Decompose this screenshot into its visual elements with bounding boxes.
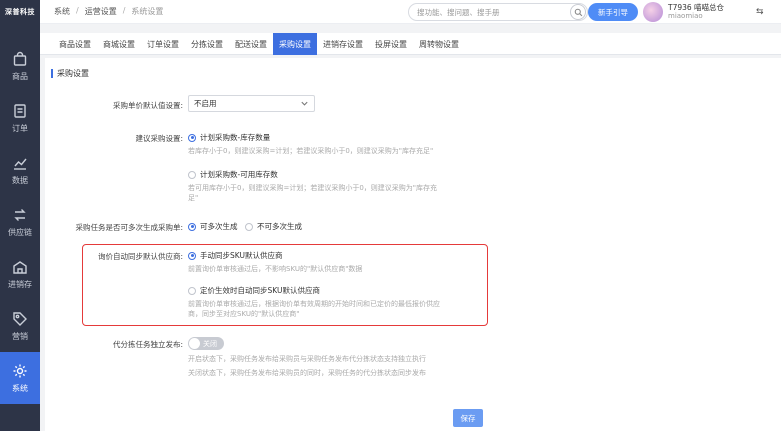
tab-product-settings[interactable]: 商品设置 [53, 33, 97, 55]
independent-publish-label: 代分拣任务独立发布: [112, 340, 183, 349]
sidebar-item-marketing[interactable]: 营销 [0, 300, 40, 352]
sidebar-item-label: 供应链 [8, 227, 32, 237]
tab-order-settings[interactable]: 订单设置 [141, 33, 185, 55]
toggle-label: 关闭 [203, 339, 217, 348]
default-price-select[interactable]: 不启用 [188, 95, 315, 112]
breadcrumb-item[interactable]: 运营设置 [85, 6, 117, 17]
breadcrumb-separator: / [76, 6, 79, 15]
sidebar-item-system[interactable]: 系统 [0, 352, 40, 404]
suggest-qty-label: 建议采购设置: [135, 134, 183, 143]
auto-sync-hint: 前置询价单审核通过后，不影响SKU的"默认供应商"数据 [188, 265, 363, 273]
suggest-qty-hint: 若可用库存小于0，则建议采购=计划；若建议采购小于0，则建议采购为"库存充 [188, 184, 437, 192]
sidebar-item-supply-chain[interactable]: 供应链 [0, 196, 40, 248]
sidebar-item-label: 系统 [12, 383, 28, 393]
search-placeholder: 搜功能、搜问题、搜手册 [417, 7, 500, 17]
tab-purchase-settings[interactable]: 采购设置 [273, 33, 317, 55]
breadcrumb-item[interactable]: 系统 [54, 6, 70, 17]
independent-publish-hint: 开启状态下，采购任务发布给采购员与采购任务发布代分拣状态支持独立执行 [188, 355, 426, 363]
settings-tabs: 商品设置 商城设置 订单设置 分拣设置 配送设置 采购设置 进销存设置 投屏设置… [40, 33, 781, 55]
section-accent-bar [51, 69, 53, 78]
toggle-knob [189, 338, 200, 349]
multi-gen-label: 采购任务是否可多次生成采购单: [75, 223, 183, 232]
user-name: T7936 喵喵总仓 [668, 3, 725, 12]
default-price-label: 采购单价默认值设置: [112, 101, 183, 110]
auto-sync-label: 询价自动同步默认供应商: [97, 252, 183, 261]
auto-sync-hint: 前置询价单审核通过后，根据询价单有效周期的开始时间和已定价的最低报价供应 [188, 300, 440, 308]
radio-unselected[interactable] [245, 222, 253, 231]
breadcrumb-separator: / [122, 6, 126, 15]
suggest-qty-option-stock[interactable]: 计划采购数-库存数量 [188, 132, 270, 143]
brand-logo: 深普科技 [5, 8, 35, 16]
tab-turnover-settings[interactable]: 周转物设置 [413, 33, 465, 55]
bag-icon [13, 51, 27, 66]
auto-sync-option-auto[interactable]: 定价生效时自动同步SKU默认供应商 [188, 285, 320, 296]
swap-arrows-icon [14, 208, 26, 221]
sidebar-item-label: 数据 [12, 175, 28, 185]
multi-gen-option-allow[interactable]: 可多次生成 [188, 221, 238, 232]
radio-label: 手动同步SKU默认供应商 [200, 251, 283, 260]
warehouse-icon [13, 260, 27, 274]
gear-icon [13, 364, 27, 377]
radio-label: 不可多次生成 [257, 222, 302, 231]
auto-sync-option-manual[interactable]: 手动同步SKU默认供应商 [188, 250, 282, 261]
radio-label: 可多次生成 [200, 222, 238, 231]
settings-panel: 采购设置 采购单价默认值设置: 不启用 建议采购设置: 计划采购数-库存数量 若… [45, 58, 781, 431]
top-bar: 系统 / 运营设置 / 系统设置 搜功能、搜问题、搜手册 新手引导 T7936 … [40, 0, 781, 24]
sidebar-item-label: 进销存 [8, 279, 32, 289]
save-button[interactable]: 保存 [453, 409, 483, 427]
section-title-text: 采购设置 [57, 69, 89, 78]
radio-unselected[interactable] [188, 170, 196, 179]
tab-inventory-settings[interactable]: 进销存设置 [317, 33, 369, 55]
radio-selected[interactable] [188, 251, 196, 260]
user-account: miaomiao [668, 12, 703, 20]
sidebar-item-products[interactable]: 商品 [0, 40, 40, 92]
radio-selected[interactable] [188, 222, 196, 231]
default-price-value: 不启用 [194, 99, 217, 108]
independent-publish-hint: 关闭状态下，采购任务发布给采购员的同时，采购任务的代分拣状态同步发布 [188, 369, 426, 377]
sidebar: 深普科技 商品 订单 数据 供应链 进销存 营销 系统 [0, 0, 40, 431]
breadcrumb-current: 系统设置 [131, 7, 164, 16]
independent-publish-toggle[interactable]: 关闭 [188, 337, 224, 350]
tab-sorting-settings[interactable]: 分拣设置 [185, 33, 229, 55]
auto-sync-hint: 商，同步至对应SKU的"默认供应商" [188, 310, 300, 318]
radio-label: 计划采购数-库存数量 [200, 133, 271, 142]
user-info[interactable]: T7936 喵喵总仓 miaomiao [668, 3, 724, 21]
avatar[interactable] [643, 2, 663, 22]
multi-gen-option-deny[interactable]: 不可多次生成 [245, 221, 302, 232]
search-input[interactable]: 搜功能、搜问题、搜手册 [408, 3, 588, 21]
beginner-guide-button[interactable]: 新手引导 [588, 3, 638, 21]
suggest-qty-hint: 若库存小于0，则建议采购=计划；若建议采购小于0，则建议采购为"库存充足" [188, 147, 434, 155]
tag-icon [13, 311, 27, 326]
breadcrumb: 系统 / 运营设置 / 系统设置 [54, 6, 163, 17]
sidebar-item-data[interactable]: 数据 [0, 144, 40, 196]
chevron-down-icon [301, 101, 308, 106]
suggest-qty-option-available[interactable]: 计划采购数-可用库存数 [188, 169, 278, 180]
radio-selected[interactable] [188, 133, 196, 142]
sidebar-item-inventory[interactable]: 进销存 [0, 248, 40, 300]
search-icon[interactable] [570, 4, 586, 20]
sidebar-item-label: 订单 [12, 123, 28, 133]
tab-delivery-settings[interactable]: 配送设置 [229, 33, 273, 55]
radio-unselected[interactable] [188, 286, 196, 295]
tab-mall-settings[interactable]: 商城设置 [97, 33, 141, 55]
radio-label: 定价生效时自动同步SKU默认供应商 [200, 286, 320, 295]
suggest-qty-hint: 足" [188, 194, 199, 202]
chart-icon [14, 158, 27, 170]
section-title: 采购设置 [51, 68, 89, 79]
sidebar-item-orders[interactable]: 订单 [0, 92, 40, 144]
radio-label: 计划采购数-可用库存数 [200, 170, 278, 179]
tab-screen-settings[interactable]: 投屏设置 [369, 33, 413, 55]
order-icon [14, 103, 26, 118]
sidebar-item-label: 商品 [12, 71, 28, 81]
sidebar-item-label: 营销 [12, 331, 28, 341]
switch-account-icon[interactable]: ⇆ [756, 7, 764, 17]
